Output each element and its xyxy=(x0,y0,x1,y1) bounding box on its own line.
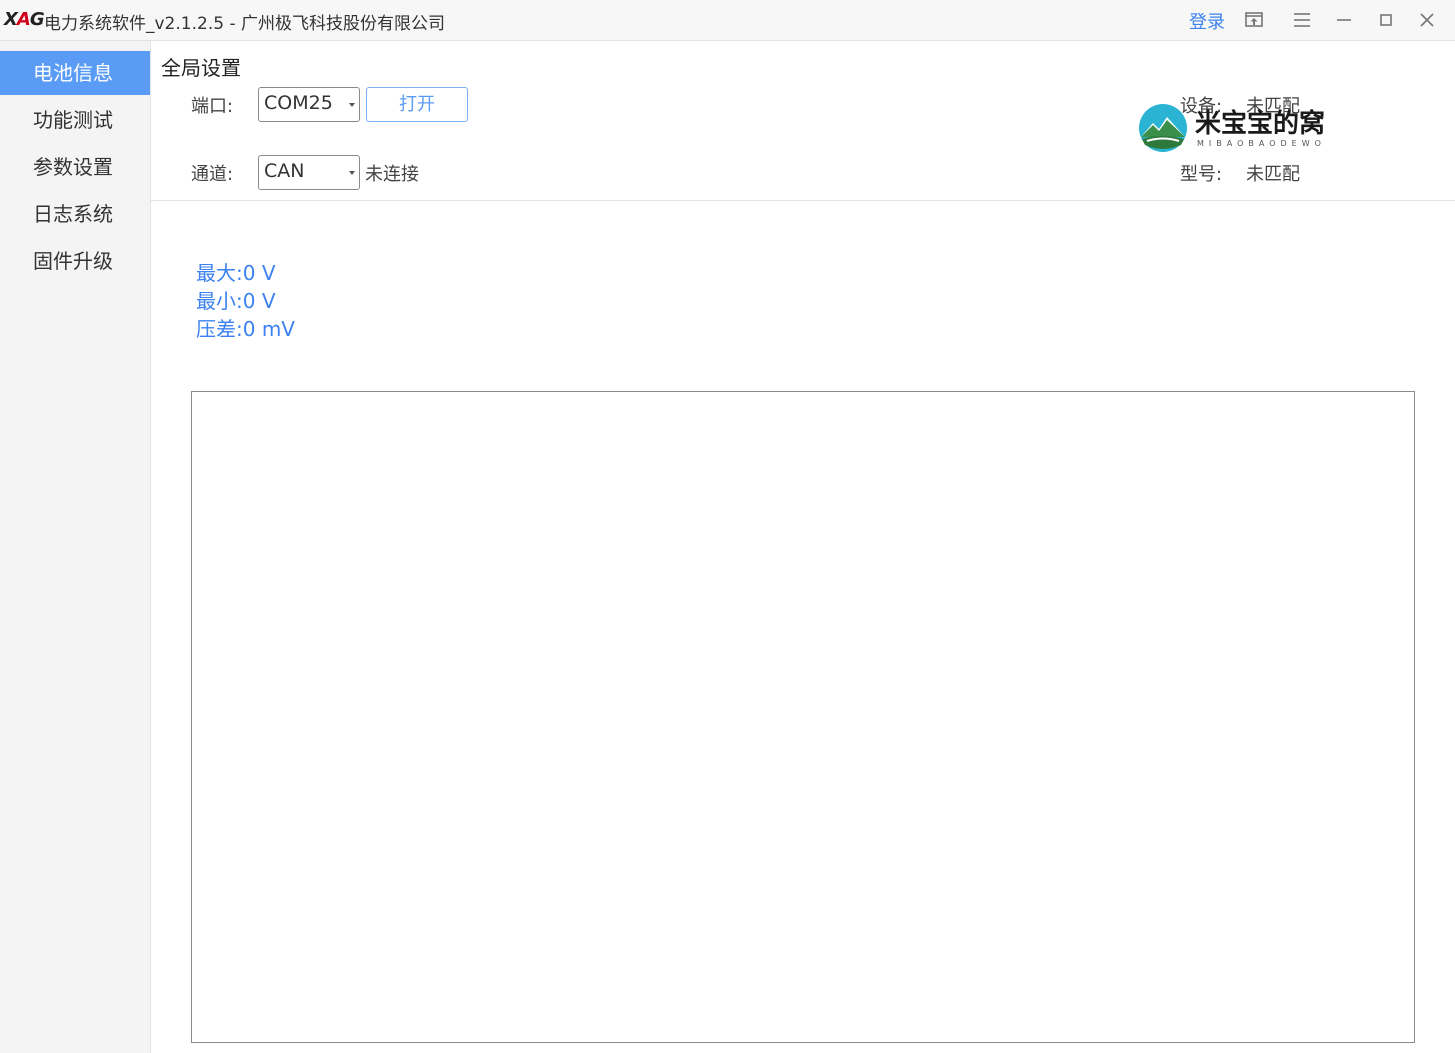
port-select[interactable]: COM25 xyxy=(258,87,360,122)
minimize-icon xyxy=(1337,19,1351,21)
maximize-button[interactable] xyxy=(1366,0,1406,40)
channel-label: 通道: xyxy=(191,164,234,185)
watermark-subtext: MIBAOBAODEWO xyxy=(1197,139,1326,148)
channel-select[interactable]: CAN xyxy=(258,155,360,190)
min-voltage: 最小:0 V xyxy=(196,289,276,313)
window-title: 电力系统软件_v2.1.2.5 - 广州极飞科技股份有限公司 xyxy=(44,14,445,34)
model-label: 型号: xyxy=(1180,164,1223,185)
open-port-button[interactable]: 打开 xyxy=(366,87,468,122)
port-label: 端口: xyxy=(191,96,234,117)
sidebar: 电池信息 功能测试 参数设置 日志系统 固件升级 xyxy=(0,41,151,1053)
app-logo: XAG xyxy=(4,9,45,30)
section-title: 全局设置 xyxy=(161,56,241,80)
max-voltage: 最大:0 V xyxy=(196,261,276,285)
voltage-stats: 最大:0 V 最小:0 V 压差:0 mV xyxy=(196,260,295,344)
chevron-down-icon xyxy=(349,103,355,107)
close-button[interactable] xyxy=(1407,0,1447,40)
cell-voltage-chart-area xyxy=(191,391,1415,1043)
title-bar: XAG 电力系统软件_v2.1.2.5 - 广州极飞科技股份有限公司 登录 xyxy=(0,0,1455,41)
pin-icon xyxy=(1245,12,1263,27)
login-link[interactable]: 登录 xyxy=(1189,8,1225,34)
channel-select-value: CAN xyxy=(264,160,305,182)
watermark-text: 米宝宝的窝 xyxy=(1195,109,1326,139)
menu-icon xyxy=(1294,13,1310,27)
menu-button[interactable] xyxy=(1282,0,1322,40)
pin-to-top-button[interactable] xyxy=(1234,0,1274,40)
chevron-down-icon xyxy=(349,171,355,175)
mountain-logo-icon xyxy=(1139,104,1187,152)
port-select-value: COM25 xyxy=(264,92,333,114)
model-value: 未匹配 xyxy=(1246,164,1300,185)
sidebar-item-log-system[interactable]: 日志系统 xyxy=(0,192,150,236)
connection-status: 未连接 xyxy=(365,164,419,185)
global-settings-panel: 全局设置 端口: COM25 打开 通道: CAN 未连接 设备: 未匹配 型号… xyxy=(151,41,1455,201)
voltage-difference: 压差:0 mV xyxy=(196,317,295,341)
sidebar-item-parameter-settings[interactable]: 参数设置 xyxy=(0,145,150,189)
maximize-icon xyxy=(1380,14,1392,26)
close-icon xyxy=(1420,13,1434,27)
minimize-button[interactable] xyxy=(1324,0,1364,40)
watermark: 米宝宝的窝 MIBAOBAODEWO xyxy=(1139,103,1339,153)
sidebar-item-firmware-upgrade[interactable]: 固件升级 xyxy=(0,239,150,283)
sidebar-item-function-test[interactable]: 功能测试 xyxy=(0,98,150,142)
sidebar-item-battery-info[interactable]: 电池信息 xyxy=(0,51,150,95)
